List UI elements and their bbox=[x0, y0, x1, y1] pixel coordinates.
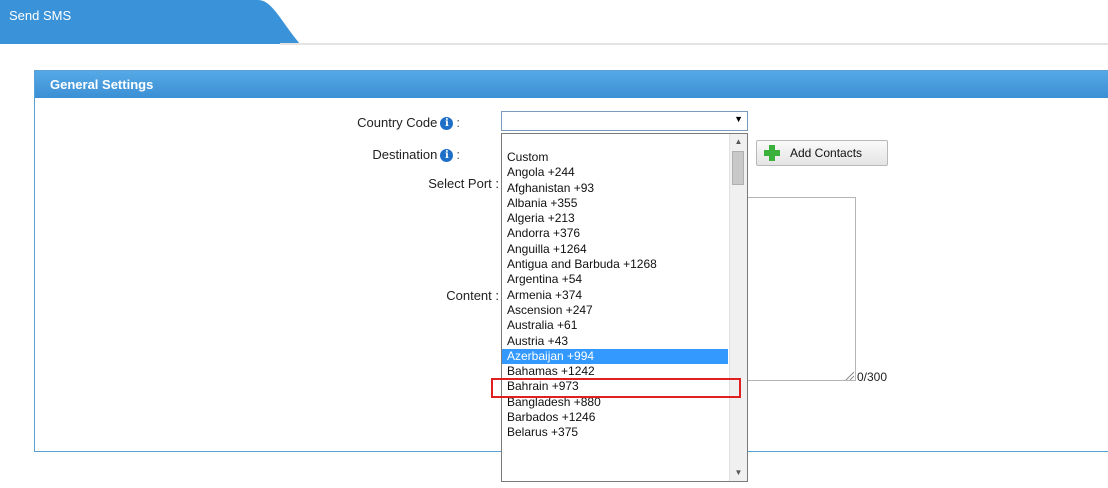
dropdown-option[interactable]: Australia +61 bbox=[502, 318, 728, 333]
country-code-label: Country Code bbox=[357, 115, 438, 130]
colon: : bbox=[456, 115, 460, 130]
dropdown-option[interactable]: Austria +43 bbox=[502, 334, 728, 349]
scroll-down-icon[interactable]: ▼ bbox=[730, 465, 747, 481]
dropdown-option[interactable]: Antigua and Barbuda +1268 bbox=[502, 257, 728, 272]
dropdown-option[interactable]: Anguilla +1264 bbox=[502, 242, 728, 257]
dropdown-option[interactable]: Custom bbox=[502, 150, 728, 165]
dropdown-option[interactable]: Armenia +374 bbox=[502, 288, 728, 303]
info-icon[interactable]: i bbox=[440, 117, 454, 131]
info-icon[interactable]: i bbox=[440, 149, 454, 163]
destination-label: Destination bbox=[372, 147, 438, 162]
dropdown-option[interactable]: Azerbaijan +994 bbox=[502, 348, 728, 365]
content-label: Content : bbox=[446, 288, 499, 303]
add-contacts-label: Add Contacts bbox=[790, 146, 863, 160]
select-port-label: Select Port : bbox=[428, 176, 499, 191]
chevron-down-icon[interactable]: ▼ bbox=[734, 114, 743, 124]
scroll-up-icon[interactable]: ▲ bbox=[730, 134, 747, 150]
scroll-thumb[interactable] bbox=[732, 151, 744, 185]
panel-title: General Settings bbox=[35, 71, 1108, 98]
dropdown-option[interactable]: Barbados +1246 bbox=[502, 410, 728, 425]
dropdown-option[interactable]: Afghanistan +93 bbox=[502, 181, 728, 196]
dropdown-option[interactable]: Ascension +247 bbox=[502, 303, 728, 318]
country-code-dropdown-list[interactable]: Custom Angola +244 Afghanistan +93 Albania … bbox=[501, 133, 748, 482]
tab-send-sms[interactable]: Send SMS bbox=[0, 0, 305, 44]
dropdown-option[interactable]: Andorra +376 bbox=[502, 226, 728, 241]
dropdown-option[interactable]: Belarus +375 bbox=[502, 425, 728, 440]
plus-icon bbox=[764, 145, 780, 161]
country-code-label-row: Country Code i: bbox=[300, 115, 460, 131]
resize-grip-icon[interactable] bbox=[844, 370, 854, 380]
colon: : bbox=[456, 147, 460, 162]
add-contacts-button[interactable]: Add Contacts bbox=[756, 140, 888, 166]
tab-label: Send SMS bbox=[9, 8, 72, 23]
country-code-select[interactable]: ▼ bbox=[501, 111, 748, 131]
content-textarea[interactable] bbox=[742, 197, 856, 381]
tab-divider bbox=[280, 43, 1108, 45]
char-counter: 0/300 bbox=[857, 370, 888, 384]
dropdown-option[interactable]: Angola +244 bbox=[502, 165, 728, 180]
selection-highlight-box bbox=[491, 378, 741, 398]
destination-label-row: Destination i: bbox=[300, 147, 460, 163]
dropdown-option[interactable]: Argentina +54 bbox=[502, 272, 728, 287]
dropdown-option[interactable]: Algeria +213 bbox=[502, 211, 728, 226]
scrollbar[interactable]: ▲ ▼ bbox=[729, 134, 747, 481]
dropdown-option[interactable]: Albania +355 bbox=[502, 196, 728, 211]
